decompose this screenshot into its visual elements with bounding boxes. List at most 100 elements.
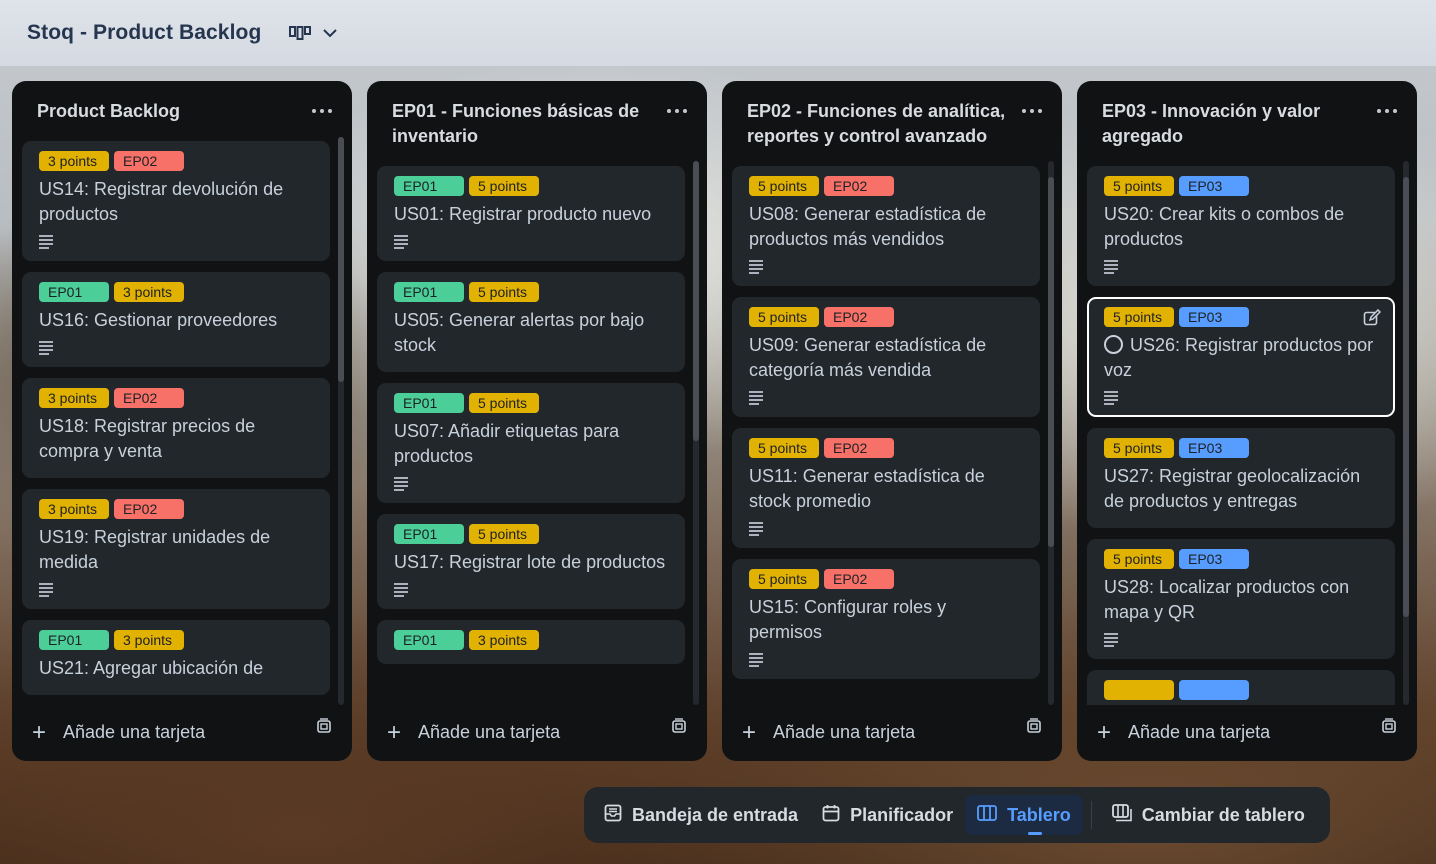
list-title[interactable]: EP02 - Funciones de analítica, reportes … (747, 99, 1017, 149)
points-label: 5 points (469, 176, 539, 196)
plus-icon: + (742, 718, 757, 746)
epic-label: EP01 (394, 176, 464, 196)
points-label: 5 points (749, 307, 819, 327)
card[interactable] (1087, 670, 1395, 705)
points-label: 3 points (469, 630, 539, 650)
add-card-button[interactable]: + Añade una tarjeta (742, 718, 915, 746)
board-title[interactable]: Stoq - Product Backlog (27, 21, 261, 45)
description-icon (749, 391, 765, 405)
epic-label: EP03 (1179, 549, 1249, 569)
description-icon (39, 341, 55, 355)
card[interactable]: 5 points EP02 US09: Generar estadística d… (732, 297, 1040, 417)
card[interactable]: 5 points EP03 US20: Crear kits o combos d… (1087, 166, 1395, 286)
card[interactable]: EP01 3 points US16: Gestionar proveedores (22, 272, 330, 367)
card-title: US16: Gestionar proveedores (39, 310, 278, 330)
list-menu-icon[interactable] (1377, 103, 1397, 117)
list-title[interactable]: EP01 - Funciones básicas de inventario (392, 99, 662, 149)
card[interactable]: EP01 5 points US07: Añadir etiquetas para… (377, 383, 685, 503)
card[interactable]: 5 points EP02 US11: Generar estadística d… (732, 428, 1040, 548)
description-icon (39, 235, 55, 249)
list-ep01: EP01 - Funciones básicas de inventario E… (367, 81, 707, 761)
card[interactable]: EP01 5 points US17: Registrar lote de pro… (377, 514, 685, 609)
card[interactable]: EP01 5 points US01: Registrar producto nu… (377, 166, 685, 261)
list-menu-icon[interactable] (1022, 103, 1042, 117)
list-ep03: EP03 - Innovación y valor agregado 5 poi… (1077, 81, 1417, 761)
card-template-icon[interactable] (671, 718, 687, 739)
card-list: 5 points EP02 US08: Generar estadística d… (732, 166, 1040, 705)
points-label: 5 points (469, 393, 539, 413)
card[interactable]: EP01 5 points US05: Generar alertas por b… (377, 272, 685, 372)
card[interactable]: 5 points EP03 US28: Localizar productos c… (1087, 539, 1395, 659)
card[interactable]: 5 points EP02 US15: Configurar roles y pe… (732, 559, 1040, 679)
card-list: EP01 5 points US01: Registrar producto nu… (377, 166, 685, 705)
list-scrollbar[interactable] (1403, 161, 1409, 705)
points-label: 5 points (469, 282, 539, 302)
card-title: US17: Registrar lote de productos (394, 552, 666, 572)
complete-checkbox-icon[interactable] (1104, 335, 1123, 354)
card[interactable]: 3 points EP02 US19: Registrar unidades de… (22, 489, 330, 609)
nav-switch-board[interactable]: Cambiar de tablero (1100, 795, 1317, 835)
nav-planner[interactable]: Planificador (810, 795, 965, 835)
description-icon (749, 653, 765, 667)
points-label: 5 points (1104, 549, 1174, 569)
nav-inbox[interactable]: Bandeja de entrada (592, 795, 810, 835)
list-title[interactable]: Product Backlog (37, 99, 307, 124)
nav-board[interactable]: Tablero (965, 795, 1083, 835)
epic-label: EP01 (394, 393, 464, 413)
description-icon (749, 522, 765, 536)
card-title: US26: Registrar productos por voz (1104, 335, 1374, 380)
epic-label: EP01 (394, 282, 464, 302)
active-tab-indicator (1028, 832, 1042, 835)
board-header: Stoq - Product Backlog (0, 0, 1436, 66)
board-view-icon[interactable] (289, 26, 312, 40)
points-label: 3 points (114, 630, 184, 650)
card-selected[interactable]: 5 points EP03 US26: Registrar productos p… (1087, 297, 1395, 417)
card-title: US07: Añadir etiquetas para productos (394, 421, 620, 466)
points-label: 5 points (749, 176, 819, 196)
card-template-icon[interactable] (1381, 718, 1397, 739)
list-scrollbar[interactable] (338, 137, 344, 705)
epic-label: EP02 (824, 438, 894, 458)
add-card-button[interactable]: + Añade una tarjeta (387, 718, 560, 746)
card-title: US20: Crear kits o combos de productos (1104, 204, 1345, 249)
list-ep02: EP02 - Funciones de analítica, reportes … (722, 81, 1062, 761)
points-label: 5 points (749, 438, 819, 458)
bottom-navigation: Bandeja de entrada Planificador Tablero … (584, 787, 1330, 843)
list-menu-icon[interactable] (312, 103, 332, 117)
card[interactable]: EP01 3 points (377, 620, 685, 664)
points-label: 5 points (469, 524, 539, 544)
list-title[interactable]: EP03 - Innovación y valor agregado (1102, 99, 1372, 149)
card-title: US21: Agregar ubicación de (39, 658, 264, 678)
card[interactable]: 3 points EP02 US14: Registrar devolución … (22, 141, 330, 261)
card[interactable]: EP01 3 points US21: Agregar ubicación de (22, 620, 330, 695)
add-card-button[interactable]: + Añade una tarjeta (1097, 720, 1270, 744)
add-card-button[interactable]: + Añade una tarjeta (32, 720, 205, 744)
list-menu-icon[interactable] (667, 103, 687, 117)
inbox-icon (604, 804, 622, 827)
card[interactable]: 5 points EP03 US27: Registrar geolocaliza… (1087, 428, 1395, 528)
nav-divider (1090, 801, 1092, 829)
card-list: 3 points EP02 US14: Registrar devolución … (22, 141, 330, 705)
card-title: US09: Generar estadística de categoría m… (749, 335, 987, 380)
edit-icon[interactable] (1363, 308, 1382, 332)
list-scrollbar[interactable] (1048, 161, 1054, 705)
epic-label: EP01 (39, 282, 109, 302)
chevron-down-icon[interactable] (323, 28, 338, 38)
epic-label: EP03 (1179, 307, 1249, 327)
epic-label: EP01 (394, 524, 464, 544)
list-product-backlog: Product Backlog 3 points EP02 US14: Regis… (12, 81, 352, 761)
description-icon (1104, 260, 1120, 274)
points-label: 5 points (749, 569, 819, 589)
card-template-icon[interactable] (316, 718, 332, 739)
epic-label: EP01 (39, 630, 109, 650)
epic-label: EP02 (114, 499, 184, 519)
card-template-icon[interactable] (1026, 718, 1042, 739)
list-scrollbar[interactable] (693, 161, 699, 705)
points-label: 3 points (39, 151, 109, 171)
epic-label (1179, 680, 1249, 700)
switch-board-icon (1111, 803, 1132, 827)
plus-icon: + (387, 718, 402, 746)
card[interactable]: 5 points EP02 US08: Generar estadística d… (732, 166, 1040, 286)
card[interactable]: 3 points EP02 US18: Registrar precios de … (22, 378, 330, 478)
points-label: 5 points (1104, 176, 1174, 196)
